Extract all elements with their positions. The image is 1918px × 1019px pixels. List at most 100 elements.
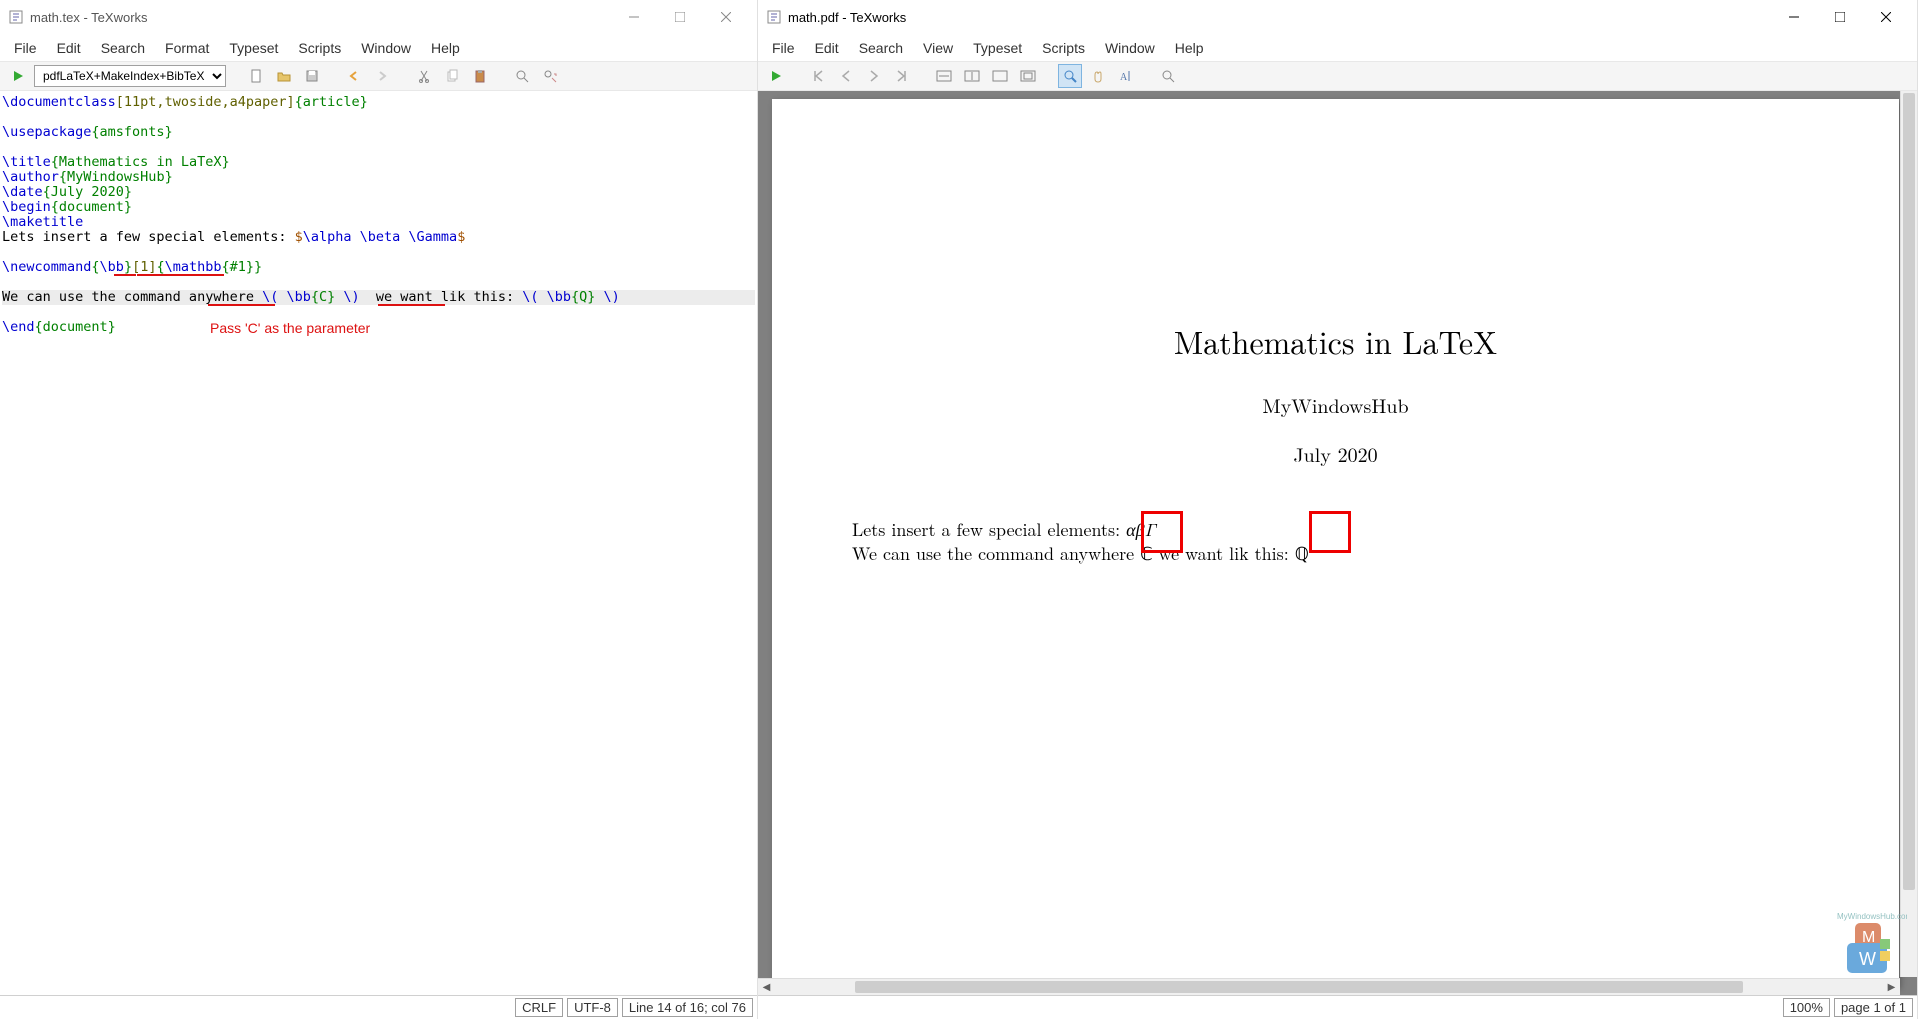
viewer-menubar: File Edit Search View Typeset Scripts Wi…	[758, 34, 1917, 61]
editor-toolbar: pdfLaTeX+MakeIndex+BibTeX	[0, 61, 757, 91]
status-position[interactable]: Line 14 of 16; col 76	[622, 998, 753, 1017]
menu-view[interactable]: View	[915, 37, 961, 59]
pdf-body-line1-text: Lets insert a few special elements:	[852, 517, 1126, 542]
code-line[interactable]: \title{Mathematics in LaTeX}	[2, 155, 755, 170]
code-line[interactable]: Lets insert a few special elements: $\al…	[2, 230, 755, 245]
code-line[interactable]: \maketitle	[2, 215, 755, 230]
highlight-box-C	[1141, 511, 1183, 553]
undo-button[interactable]	[342, 64, 366, 88]
menu-scripts[interactable]: Scripts	[290, 37, 349, 59]
pdf-viewport[interactable]: Mathematics in LaTeX MyWindowsHub July 2…	[758, 91, 1917, 995]
code-line[interactable]	[2, 305, 755, 320]
code-line[interactable]	[2, 245, 755, 260]
status-zoom[interactable]: 100%	[1783, 998, 1830, 1017]
code-line[interactable]: We can use the command anywhere \( \bb{C…	[2, 290, 755, 305]
menu-typeset[interactable]: Typeset	[965, 37, 1030, 59]
text-select-button[interactable]: A	[1114, 64, 1138, 88]
cut-button[interactable]	[412, 64, 436, 88]
menu-edit[interactable]: Edit	[49, 37, 89, 59]
menu-file[interactable]: File	[6, 37, 45, 59]
next-page-button[interactable]	[862, 64, 886, 88]
editor-menubar: File Edit Search Format Typeset Scripts …	[0, 34, 757, 61]
menu-help[interactable]: Help	[1167, 37, 1212, 59]
copy-button[interactable]	[440, 64, 464, 88]
redo-button[interactable]	[370, 64, 394, 88]
minimize-button[interactable]	[611, 2, 657, 32]
engine-select[interactable]: pdfLaTeX+MakeIndex+BibTeX	[34, 65, 226, 87]
actual-size-button[interactable]	[988, 64, 1012, 88]
status-encoding[interactable]: UTF-8	[567, 998, 618, 1017]
magnify-tool-button[interactable]	[1058, 64, 1082, 88]
menu-format[interactable]: Format	[157, 37, 217, 59]
code-line[interactable]: \author{MyWindowsHub}	[2, 170, 755, 185]
typeset-button[interactable]	[6, 64, 30, 88]
close-button[interactable]	[703, 2, 749, 32]
viewer-window-title: math.pdf - TeXworks	[788, 10, 1771, 25]
menu-window[interactable]: Window	[1097, 37, 1163, 59]
last-page-button[interactable]	[890, 64, 914, 88]
editor-statusbar: CRLF UTF-8 Line 14 of 16; col 76	[0, 995, 757, 1019]
code-line[interactable]: \documentclass[11pt,twoside,a4paper]{art…	[2, 95, 755, 110]
viewer-titlebar: math.pdf - TeXworks	[758, 0, 1917, 34]
replace-button[interactable]	[538, 64, 562, 88]
window-controls	[1771, 2, 1909, 32]
find-button[interactable]	[510, 64, 534, 88]
scrollbar-thumb[interactable]	[1903, 93, 1915, 890]
pdf-doc-title: Mathematics in LaTeX	[852, 319, 1819, 364]
code-line[interactable]: \newcommand{\bb}[1]{\mathbb{#1}}	[2, 260, 755, 275]
search-pdf-button[interactable]	[1156, 64, 1180, 88]
code-line[interactable]: \begin{document}	[2, 200, 755, 215]
code-line[interactable]	[2, 140, 755, 155]
status-eol[interactable]: CRLF	[515, 998, 563, 1017]
menu-edit[interactable]: Edit	[807, 37, 847, 59]
editor-titlebar: math.tex - TeXworks	[0, 0, 757, 34]
window-controls	[611, 2, 749, 32]
horizontal-scrollbar[interactable]: ◀ ▶	[758, 978, 1900, 995]
svg-text:W: W	[1859, 949, 1876, 969]
menu-window[interactable]: Window	[353, 37, 419, 59]
viewer-statusbar: 100% page 1 of 1	[758, 995, 1917, 1019]
code-line[interactable]	[2, 275, 755, 290]
status-page[interactable]: page 1 of 1	[1834, 998, 1913, 1017]
paste-button[interactable]	[468, 64, 492, 88]
new-file-button[interactable]	[244, 64, 268, 88]
scroll-right-arrow[interactable]: ▶	[1883, 979, 1900, 996]
close-button[interactable]	[1863, 2, 1909, 32]
highlight-box-Q	[1309, 511, 1351, 553]
fit-content-button[interactable]	[1016, 64, 1040, 88]
texworks-icon	[766, 9, 782, 25]
menu-help[interactable]: Help	[423, 37, 468, 59]
maximize-button[interactable]	[1817, 2, 1863, 32]
code-editor[interactable]: \documentclass[11pt,twoside,a4paper]{art…	[0, 91, 757, 995]
scrollbar-thumb[interactable]	[855, 981, 1743, 993]
maximize-button[interactable]	[657, 2, 703, 32]
scroll-left-arrow[interactable]: ◀	[758, 979, 775, 996]
code-line[interactable]: \usepackage{amsfonts}	[2, 125, 755, 140]
scroll-tool-button[interactable]	[1086, 64, 1110, 88]
open-file-button[interactable]	[272, 64, 296, 88]
save-file-button[interactable]	[300, 64, 324, 88]
typeset-button[interactable]	[764, 64, 788, 88]
red-underline-bbQ	[378, 304, 445, 306]
code-line[interactable]: \end{document}	[2, 320, 755, 335]
menu-search[interactable]: Search	[851, 37, 911, 59]
prev-page-button[interactable]	[834, 64, 858, 88]
mywindowshub-watermark: MyWindowsHub.com M W	[1837, 909, 1907, 979]
svg-text:MyWindowsHub.com: MyWindowsHub.com	[1837, 912, 1907, 921]
fit-width-button[interactable]	[932, 64, 956, 88]
code-line[interactable]: \date{July 2020}	[2, 185, 755, 200]
menu-search[interactable]: Search	[93, 37, 153, 59]
pdf-author: MyWindowsHub	[852, 390, 1819, 419]
menu-typeset[interactable]: Typeset	[221, 37, 286, 59]
fit-page-button[interactable]	[960, 64, 984, 88]
vertical-scrollbar[interactable]	[1900, 91, 1917, 977]
pdf-mathbb-Q: ℚ	[1295, 541, 1309, 566]
minimize-button[interactable]	[1771, 2, 1817, 32]
menu-file[interactable]: File	[764, 37, 803, 59]
code-line[interactable]	[2, 110, 755, 125]
red-underline-newcommand-2	[137, 274, 224, 276]
first-page-button[interactable]	[806, 64, 830, 88]
pdf-body-line2-a: We can use the command anywhere	[852, 541, 1140, 566]
menu-scripts[interactable]: Scripts	[1034, 37, 1093, 59]
red-underline-newcommand-1	[114, 274, 136, 276]
